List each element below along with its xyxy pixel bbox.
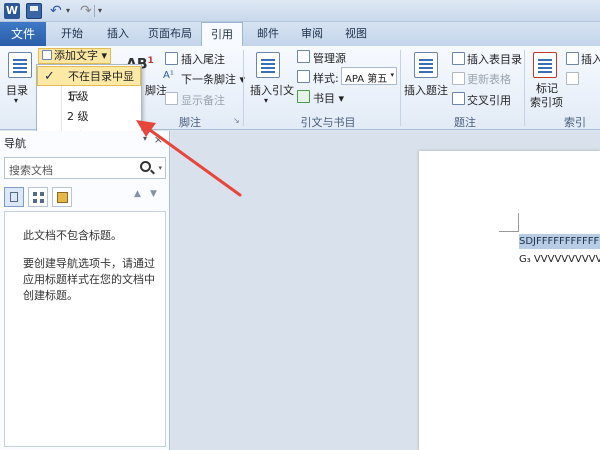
ribbon-tabs: 文件 开始 插入 页面布局 引用 邮件 审阅 视图 <box>0 22 600 47</box>
search-icon[interactable] <box>140 161 151 172</box>
mark-entry-icon[interactable] <box>533 52 557 78</box>
table-of-contents-icon[interactable] <box>8 52 32 78</box>
tab-file[interactable]: 文件 <box>0 22 46 46</box>
show-notes-button: 显示备注 <box>181 94 225 107</box>
add-text-button[interactable]: 添加文字 ▾ <box>38 48 112 64</box>
navigation-view-tabs: ▲ ▼ <box>4 187 166 207</box>
search-placeholder: 搜索文档 <box>9 164 53 177</box>
tab-browse-results[interactable] <box>52 187 72 207</box>
style-dropdown-icon: ▾ <box>390 71 394 79</box>
insert-citation-icon[interactable] <box>256 52 280 78</box>
insert-table-of-figures-icon[interactable] <box>452 52 465 65</box>
ribbon-group-separator <box>400 50 401 126</box>
results-icon <box>57 192 68 203</box>
add-text-icon <box>42 50 52 60</box>
insert-table-of-figures-button[interactable]: 插入表目录 <box>467 51 522 67</box>
cross-reference-icon[interactable] <box>452 92 465 105</box>
citations-group-label: 引文与书目 <box>300 116 356 129</box>
insert-endnote-button[interactable]: 插入尾注 <box>181 51 225 67</box>
footnote-dialog-launcher-icon[interactable]: ↘ <box>233 116 240 125</box>
navigation-title: 导航 <box>4 137 26 150</box>
insert-citation-dropdown-icon[interactable]: ▾ <box>264 96 268 105</box>
selected-text-line[interactable]: SDJFFFFFFFFFFFFFF <box>519 234 600 249</box>
mark-entry-label-2[interactable]: 索引项 <box>530 94 563 110</box>
tab-references[interactable]: 引用 <box>201 22 243 47</box>
customize-dropdown-icon[interactable]: ▾ <box>98 3 114 19</box>
toc-dropdown-icon[interactable]: ▾ <box>14 96 18 105</box>
crop-mark <box>518 213 519 232</box>
tab-home[interactable]: 开始 <box>52 22 92 46</box>
index-group-label: 索引 <box>564 116 586 129</box>
cross-reference-button[interactable]: 交叉引用 <box>467 92 511 108</box>
check-icon: ✓ <box>44 69 55 84</box>
update-table-button: 更新表格 <box>467 73 511 86</box>
document-area: SDJFFFFFFFFFFFFFF G₃ VVVVVVVVVVV <box>171 131 600 450</box>
next-footnote-icon[interactable]: A¹ <box>163 70 174 81</box>
pages-grid-icon <box>33 192 44 203</box>
save-icon[interactable] <box>26 3 42 19</box>
insert-endnote-icon[interactable] <box>165 52 178 65</box>
navigation-pane: 导航 ▾ × 搜索文档 ▾ ▲ ▼ 此文档不包含标题。 要创建导航选项卡，请通过… <box>0 131 170 450</box>
insert-footnote-label[interactable]: 脚注 <box>145 82 167 98</box>
tab-page-layout[interactable]: 页面布局 <box>142 22 198 46</box>
update-table-icon <box>452 72 465 85</box>
search-document-input[interactable]: 搜索文档 ▾ <box>4 157 166 179</box>
quick-access-toolbar: W ↶ ▾ ↷ ▾ <box>0 0 600 22</box>
ribbon-group-separator <box>243 50 244 126</box>
tab-insert[interactable]: 插入 <box>98 22 138 46</box>
tab-browse-headings[interactable] <box>4 187 24 207</box>
captions-group-label: 题注 <box>454 116 476 129</box>
manage-sources-icon[interactable] <box>297 50 310 63</box>
word-app-icon[interactable]: W <box>4 3 20 19</box>
next-footnote-button[interactable]: 下一条脚注 ▾ <box>181 71 245 87</box>
next-heading-icon[interactable]: ▼ <box>150 189 157 199</box>
crop-mark <box>499 231 519 232</box>
create-headings-hint: 要创建导航选项卡，请通过应用标题样式在您的文档中创建标题。 <box>23 257 155 302</box>
menu-item-level-1[interactable]: 1 级 <box>37 87 141 107</box>
tab-mailings[interactable]: 邮件 <box>248 22 288 46</box>
add-text-label: 添加文字 ▾ <box>54 49 108 62</box>
no-headings-message: 此文档不包含标题。 <box>23 229 122 242</box>
insert-caption-button[interactable]: 插入题注 <box>404 82 448 98</box>
show-notes-icon <box>165 92 178 105</box>
insert-index-icon[interactable] <box>566 52 579 65</box>
tab-view[interactable]: 视图 <box>336 22 376 46</box>
menu-item-level-2[interactable]: 2 级 <box>37 107 141 127</box>
style-icon <box>297 70 310 83</box>
menu-item-do-not-show-in-toc[interactable]: ✓ 不在目录中显示 <box>37 66 141 103</box>
style-label: 样式: <box>313 72 339 85</box>
ribbon-group-separator <box>524 50 525 126</box>
tab-browse-pages[interactable] <box>28 187 48 207</box>
search-dropdown-icon[interactable]: ▾ <box>158 164 162 172</box>
style-select[interactable]: APA 第五 ▾ <box>341 67 397 85</box>
navigation-options-icon[interactable]: ▾ <box>143 134 147 143</box>
close-icon[interactable]: × <box>154 133 163 146</box>
bibliography-button[interactable]: 书目 ▾ <box>313 90 344 106</box>
qat-separator <box>94 5 95 17</box>
update-index-icon <box>566 72 579 85</box>
bibliography-icon[interactable] <box>297 90 310 103</box>
insert-caption-icon[interactable] <box>414 52 438 78</box>
document-page[interactable]: SDJFFFFFFFFFFFFFF G₃ VVVVVVVVVVV <box>419 151 600 450</box>
undo-icon[interactable]: ↶ <box>50 3 66 19</box>
text-line[interactable]: G₃ VVVVVVVVVVV <box>519 254 600 265</box>
manage-sources-button[interactable]: 管理源 <box>313 50 346 66</box>
tab-review[interactable]: 审阅 <box>292 22 332 46</box>
footnote-group-label: 脚注 <box>179 116 201 129</box>
insert-index-button[interactable]: 插入 <box>581 51 600 67</box>
headings-icon <box>10 192 18 202</box>
previous-heading-icon[interactable]: ▲ <box>134 189 141 199</box>
insert-citation-button[interactable]: 插入引文 <box>250 82 294 98</box>
navigation-content: 此文档不包含标题。 要创建导航选项卡，请通过应用标题样式在您的文档中创建标题。 <box>4 211 166 447</box>
